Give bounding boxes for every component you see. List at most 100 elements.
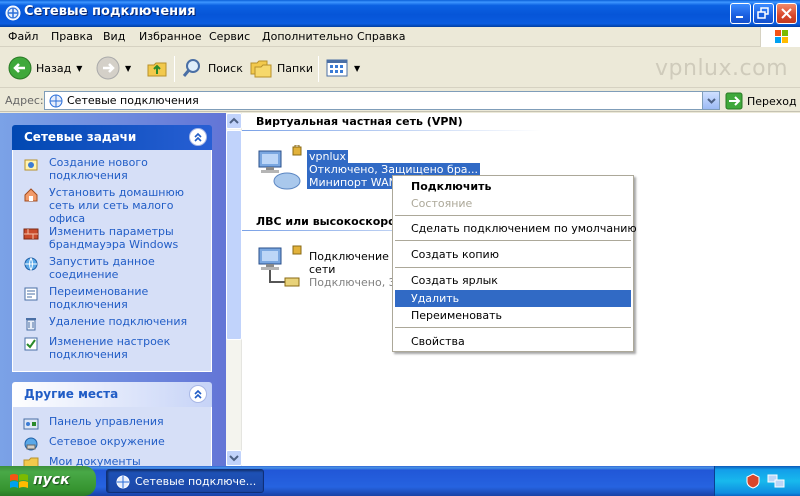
title-bar[interactable]: Сетевые подключения — [0, 0, 800, 27]
settings-checklist-icon — [24, 337, 38, 351]
place-item-network-places[interactable]: Сетевое окружение — [13, 435, 211, 455]
menu-separator — [395, 267, 631, 268]
scroll-thumb[interactable] — [226, 130, 242, 340]
minimize-button[interactable] — [730, 3, 751, 24]
close-button[interactable] — [776, 3, 797, 24]
task-item-label: Запустить данное соединение — [49, 255, 155, 281]
network-tasks-panel: Сетевые задачи Создание нового подключен… — [12, 125, 212, 372]
task-item-label: Изменение настроек подключения — [49, 335, 171, 361]
search-icon — [182, 59, 200, 77]
back-dropdown-icon[interactable]: ▼ — [76, 64, 82, 73]
go-button[interactable]: Переход — [725, 92, 797, 110]
vpn-connection-icon[interactable] — [255, 145, 303, 193]
scroll-up-button[interactable] — [226, 113, 242, 129]
collapse-button[interactable] — [189, 385, 207, 403]
go-arrow-icon — [725, 92, 743, 110]
start-label: пуск — [33, 472, 70, 488]
menu-edit[interactable]: Правка — [51, 30, 93, 43]
network-tray-icon[interactable] — [767, 473, 785, 489]
network-tasks-header[interactable]: Сетевые задачи — [12, 125, 212, 150]
windows-flag-icon — [775, 30, 788, 43]
menu-bar: Файл Правка Вид Избранное Сервис Дополни… — [0, 27, 800, 47]
my-documents-icon — [23, 457, 39, 466]
vertical-scrollbar[interactable] — [226, 113, 242, 466]
other-places-list: Панель управления Сетевое окружение Мои … — [12, 407, 212, 466]
views-dropdown-icon[interactable]: ▼ — [354, 64, 360, 73]
group-divider — [242, 130, 542, 131]
arrow-up-icon — [229, 117, 239, 124]
task-item-label: Удаление подключения — [49, 315, 188, 328]
vpn-connection-name[interactable]: vpnlux — [307, 150, 349, 163]
windows-flag-logo — [760, 27, 800, 47]
delete-icon — [26, 318, 36, 331]
toolbar: Назад ▼ ▼ Поиск Папки ▼ vpnlux.com — [0, 48, 800, 88]
back-arrow-icon — [8, 56, 32, 80]
collapse-button[interactable] — [189, 128, 207, 146]
menu-item-connect[interactable]: Подключить — [395, 178, 631, 195]
menu-item-set-default[interactable]: Сделать подключением по умолчанию — [395, 220, 637, 237]
back-button[interactable]: Назад ▼ — [8, 54, 82, 82]
taskbar-window-label: Сетевые подключе... — [135, 475, 257, 488]
menu-separator — [395, 215, 631, 216]
address-input[interactable]: Сетевые подключения — [44, 91, 720, 110]
forward-dropdown-icon[interactable]: ▼ — [125, 64, 131, 73]
menu-item-create-shortcut[interactable]: Создать ярлык — [395, 272, 631, 289]
context-menu: Подключить Состояние Сделать подключение… — [392, 175, 637, 352]
forward-arrow-icon — [96, 56, 120, 80]
close-icon — [781, 8, 792, 19]
go-label: Переход — [747, 94, 797, 108]
group-title-lan: ЛВС или высокоскорост — [256, 215, 409, 228]
views-button[interactable]: ▼ — [325, 54, 360, 82]
menu-tools[interactable]: Сервис — [209, 30, 250, 43]
menu-item-rename[interactable]: Переименовать — [395, 307, 631, 324]
place-item-my-documents[interactable]: Мои документы — [13, 455, 211, 466]
up-folder-button[interactable] — [145, 54, 169, 82]
task-item-firewall[interactable]: Изменить параметры брандмауэра Windows — [13, 225, 211, 255]
menu-item-properties[interactable]: Свойства — [395, 333, 631, 350]
lan-connection-icon[interactable] — [255, 244, 303, 292]
other-places-header[interactable]: Другие места — [12, 382, 212, 407]
menu-file[interactable]: Файл — [8, 30, 38, 43]
address-dropdown-button[interactable] — [702, 92, 719, 109]
network-connections-icon — [5, 5, 21, 21]
task-item-change-settings[interactable]: Изменение настроек подключения — [13, 335, 211, 365]
new-connection-icon — [24, 159, 38, 171]
task-item-home-network[interactable]: Установить домашнюю сеть или сеть малого… — [13, 186, 211, 225]
task-item-rename[interactable]: Переименование подключения — [13, 285, 211, 315]
chevron-double-up-icon — [194, 389, 202, 399]
place-item-label: Панель управления — [49, 415, 164, 428]
up-folder-icon — [147, 62, 167, 77]
menu-item-create-copy[interactable]: Создать копию — [395, 246, 631, 263]
rename-icon — [24, 287, 38, 301]
menu-item-delete[interactable]: Удалить — [395, 290, 631, 307]
other-places-panel: Другие места Панель управления Сетевое о… — [12, 382, 212, 466]
search-button[interactable]: Поиск — [180, 54, 243, 82]
security-tray-icon[interactable] — [745, 473, 761, 489]
menu-separator — [395, 327, 631, 328]
forward-button[interactable]: ▼ — [96, 54, 131, 82]
restore-button[interactable] — [753, 3, 774, 24]
arrow-down-icon — [229, 455, 239, 462]
chevron-down-icon — [707, 98, 716, 104]
network-connections-icon — [116, 475, 130, 489]
folders-button[interactable]: Папки — [249, 54, 313, 82]
taskbar-window-button[interactable]: Сетевые подключе... — [106, 469, 264, 493]
network-connections-icon — [49, 94, 63, 108]
search-label: Поиск — [208, 61, 243, 75]
task-item-start-connection[interactable]: Запустить данное соединение — [13, 255, 211, 285]
group-title-vpn: Виртуальная частная сеть (VPN) — [256, 115, 463, 128]
task-item-create-connection[interactable]: Создание нового подключения — [13, 156, 211, 186]
menu-help[interactable]: Справка — [357, 30, 405, 43]
lan-connection-name[interactable]: Подключение по — [309, 250, 392, 263]
folders-label: Папки — [277, 61, 313, 75]
task-item-delete[interactable]: Удаление подключения — [13, 315, 211, 335]
place-item-control-panel[interactable]: Панель управления — [13, 415, 211, 435]
menu-view[interactable]: Вид — [103, 30, 125, 43]
network-tasks-title: Сетевые задачи — [24, 130, 137, 144]
explorer-window: Сетевые подключения Файл Правка Вид Избр… — [0, 0, 800, 466]
menu-favorites[interactable]: Избранное — [139, 30, 201, 43]
menu-advanced[interactable]: Дополнительно — [262, 30, 353, 43]
start-button[interactable]: пуск — [0, 466, 96, 496]
network-tasks-list: Создание нового подключения Установить д… — [12, 150, 212, 372]
scroll-down-button[interactable] — [226, 450, 242, 466]
